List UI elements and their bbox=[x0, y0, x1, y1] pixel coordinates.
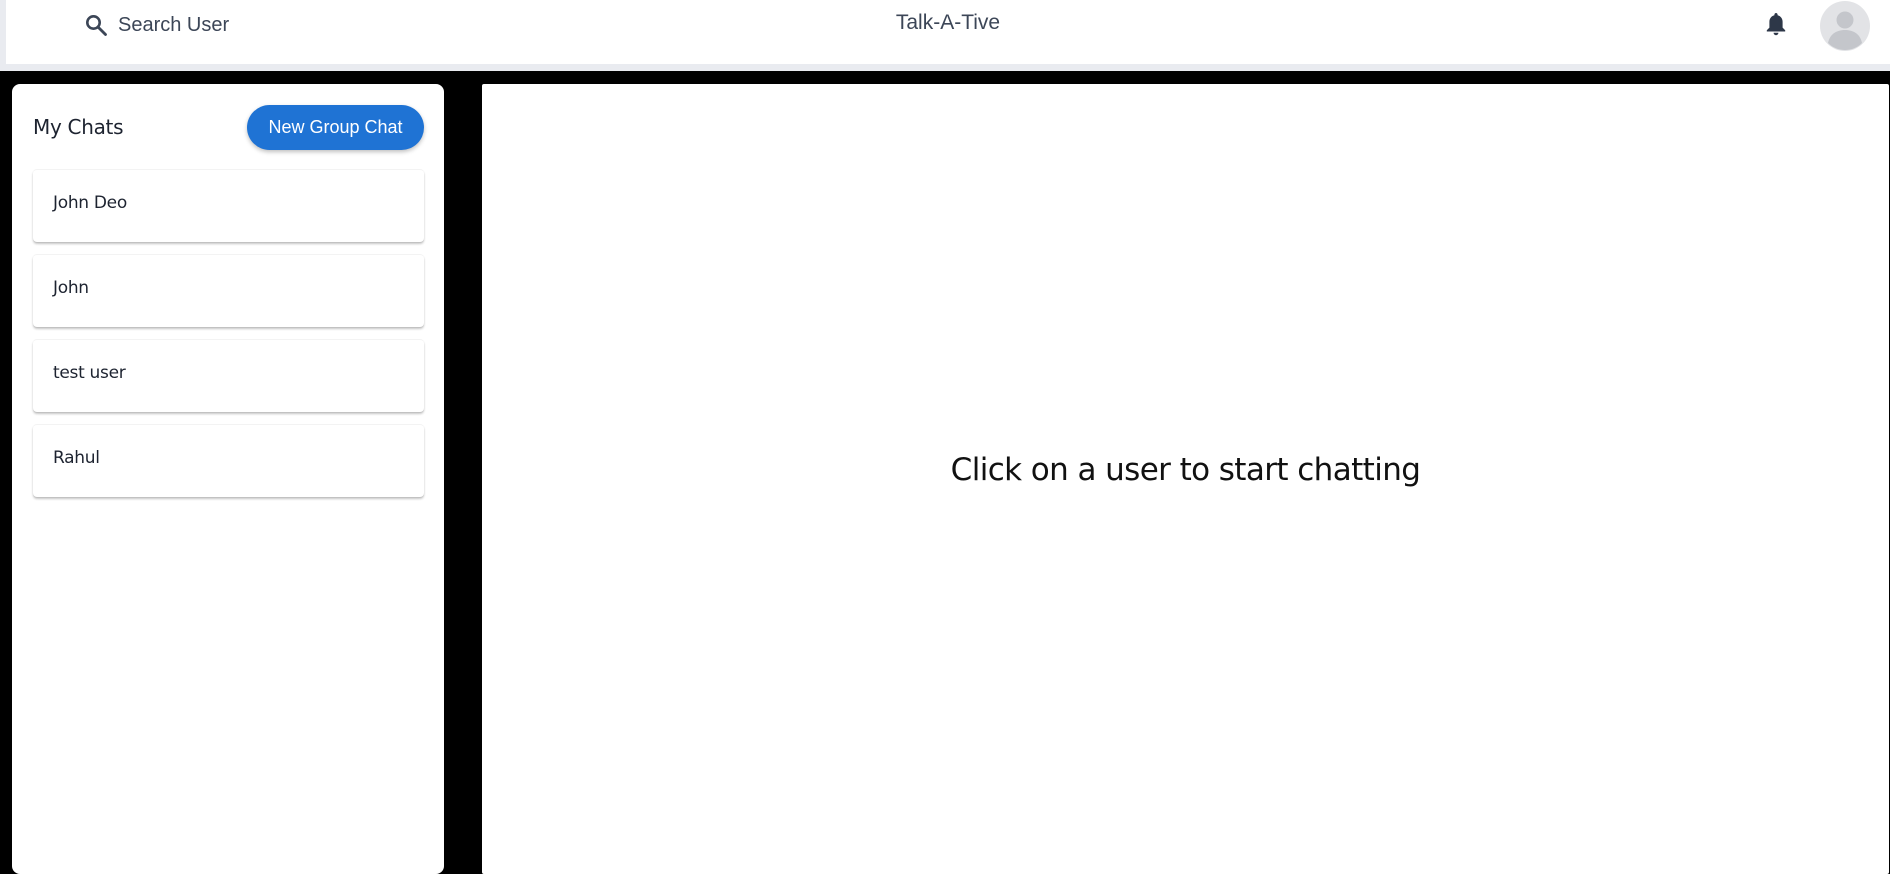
chat-name: John Deo bbox=[53, 193, 127, 213]
chat-name: test user bbox=[53, 363, 126, 383]
notification-button[interactable] bbox=[1762, 12, 1790, 40]
chat-list: John Deo John test user Rahul bbox=[33, 169, 424, 509]
empty-chat-message: Click on a user to start chatting bbox=[950, 452, 1421, 488]
chat-name: Rahul bbox=[53, 448, 100, 468]
chat-name: John bbox=[53, 278, 89, 298]
bell-icon bbox=[1764, 11, 1788, 42]
chat-list-item[interactable]: test user bbox=[33, 339, 424, 412]
app-title: Talk-A-Tive bbox=[895, 11, 1001, 34]
avatar[interactable] bbox=[1820, 1, 1870, 51]
chat-window: Click on a user to start chatting bbox=[482, 84, 1889, 874]
chat-list-item[interactable]: John bbox=[33, 254, 424, 327]
search-user-button[interactable]: Search User bbox=[78, 8, 235, 42]
chat-list-item[interactable]: John Deo bbox=[33, 169, 424, 242]
top-bar: Search User Talk-A-Tive bbox=[6, 0, 1890, 64]
search-user-label: Search User bbox=[118, 13, 230, 36]
my-chats-panel: My Chats New Group Chat John Deo John te… bbox=[12, 84, 444, 874]
search-icon bbox=[84, 13, 108, 37]
new-group-chat-button[interactable]: New Group Chat bbox=[247, 105, 424, 150]
my-chats-heading: My Chats bbox=[33, 115, 124, 139]
user-avatar-icon bbox=[1820, 1, 1870, 51]
chat-list-item[interactable]: Rahul bbox=[33, 424, 424, 497]
